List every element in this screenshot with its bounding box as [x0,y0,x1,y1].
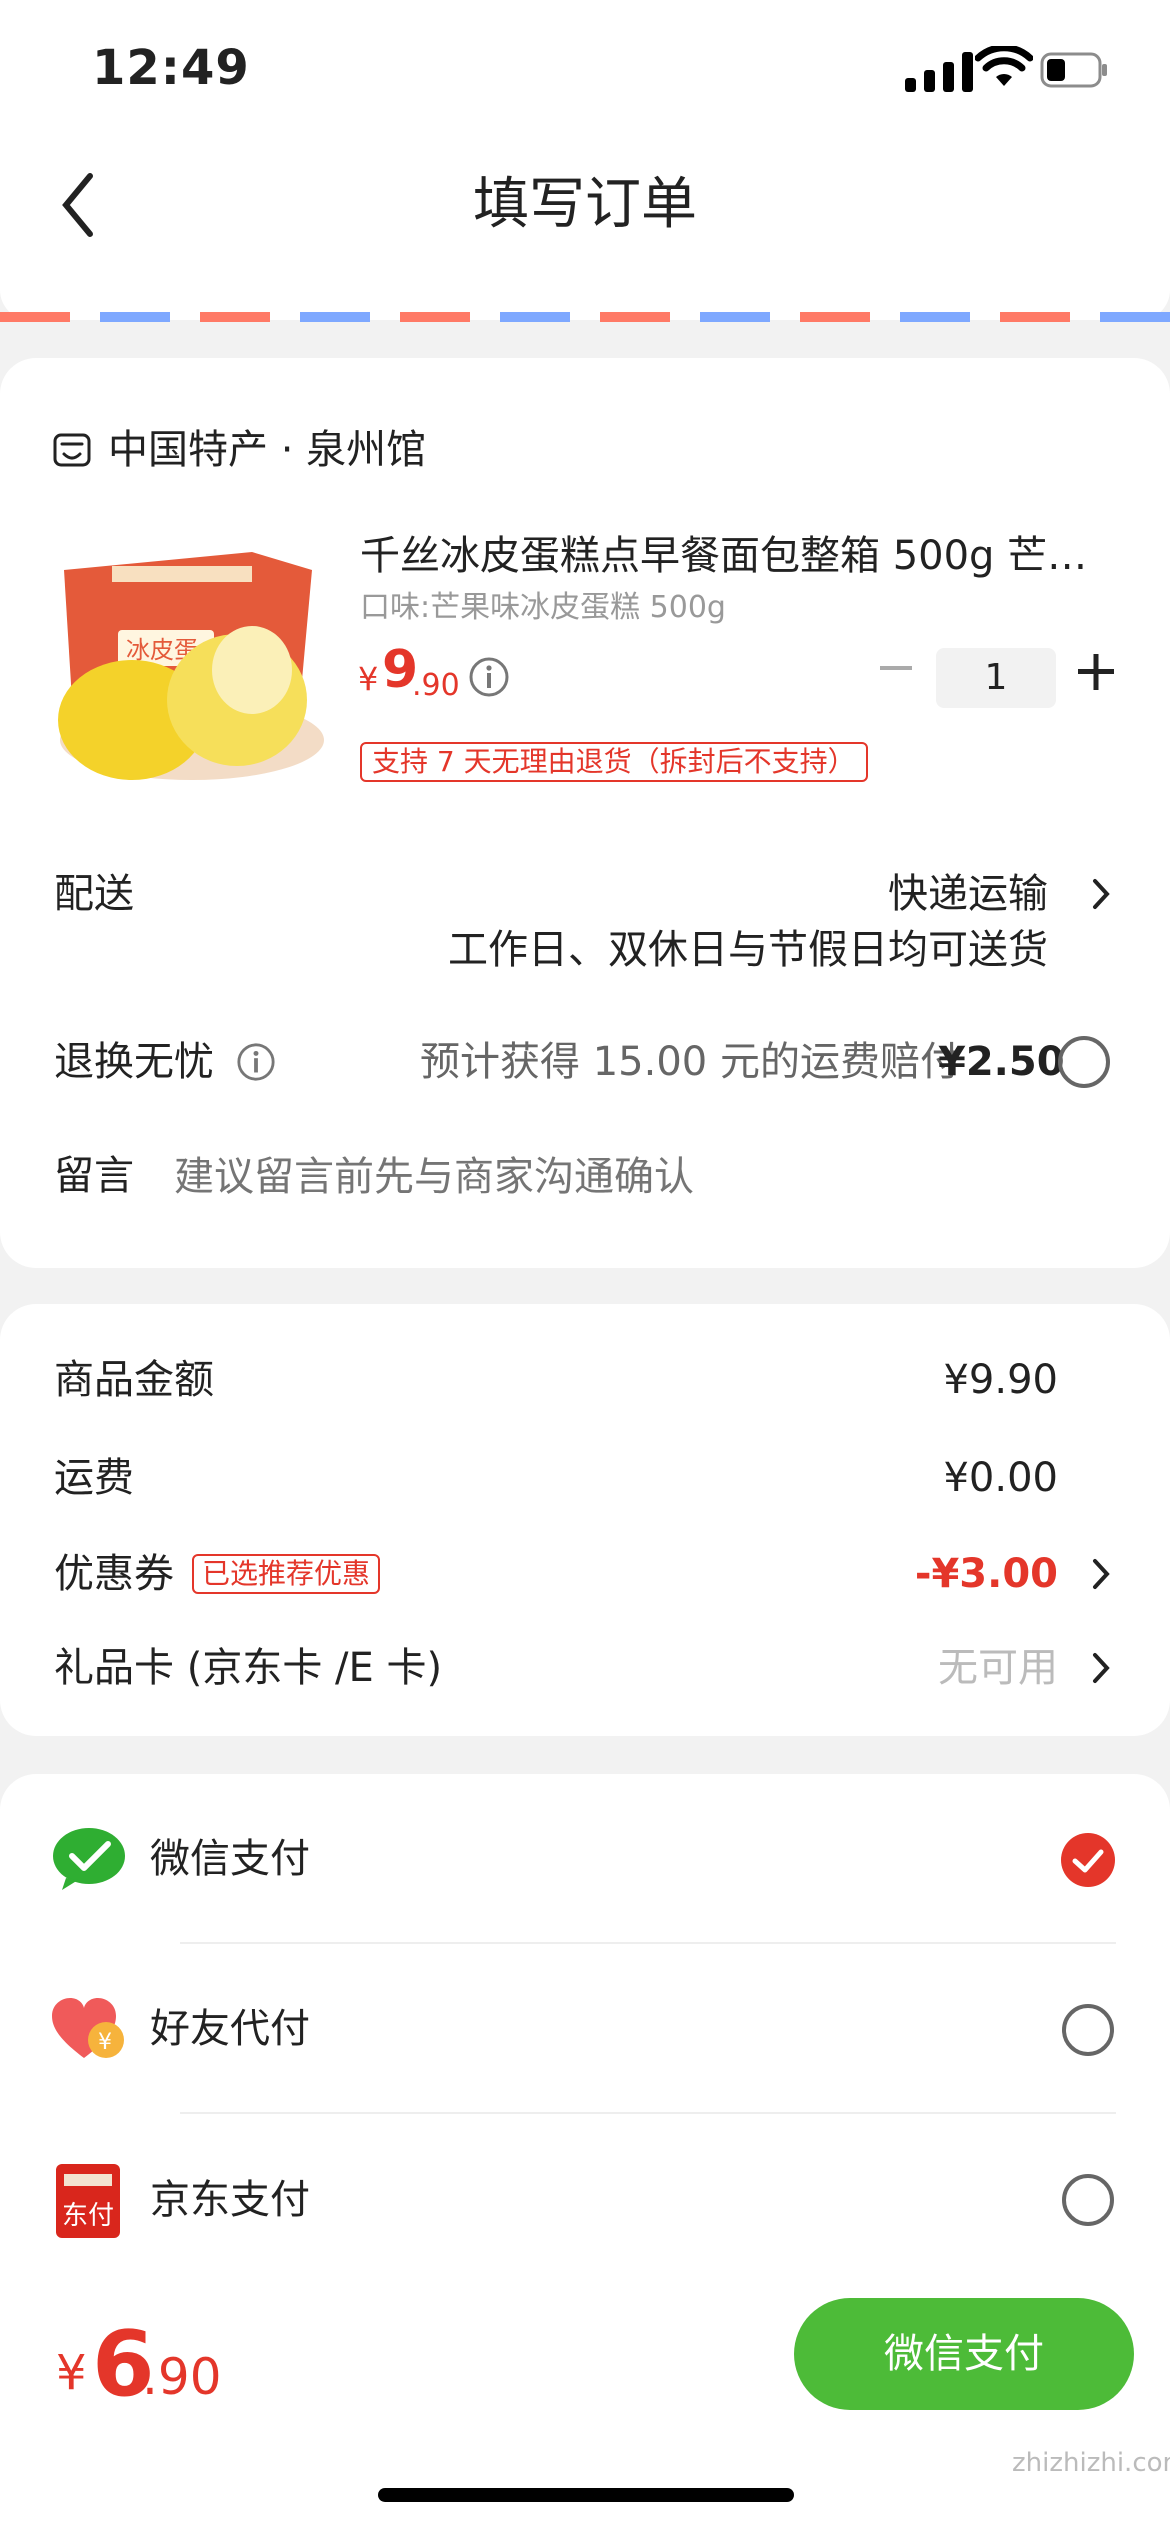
delivery-label: 配送 [54,871,134,917]
friend-pay-heart-icon: ¥ [52,1998,124,2058]
worry-free-info-icon[interactable] [236,1042,276,1082]
payment-name-jd: 京东支付 [150,2177,310,2223]
svg-text:¥: ¥ [98,2030,112,2055]
page-title: 填写订单 [473,172,697,237]
jd-pay-icon: 东付 [56,2164,120,2238]
quantity-decrease-button[interactable] [878,650,914,686]
delivery-note: 工作日、双休日与节假日均可送货 [448,927,1048,973]
product-image[interactable]: 冰皮蛋 [52,530,330,790]
status-time: 12:49 [92,40,250,96]
shipping-fee-label: 运费 [54,1455,134,1501]
cellular-signal-icon [905,48,973,92]
payment-name-friend: 好友代付 [150,2006,310,2052]
gift-card-value[interactable]: 无可用 [938,1640,1058,1696]
shop-icon[interactable] [52,430,92,470]
submit-pay-button[interactable]: 微信支付 [794,2298,1134,2410]
total-symbol: ¥ [56,2345,87,2401]
battery-icon [1040,52,1107,88]
product-title[interactable]: 千丝冰皮蛋糕点早餐面包整箱 500g 芒果… [360,528,1120,584]
worry-free-radio[interactable] [1058,1036,1110,1088]
wechat-pay-icon [53,1828,125,1890]
goods-amount-value: ¥9.90 [943,1357,1058,1403]
delivery-chevron-right-icon[interactable] [1090,876,1112,912]
quantity-field[interactable]: 1 [936,648,1056,708]
shipping-fee-value: ¥0.00 [943,1455,1058,1501]
selected-check-icon[interactable] [1060,1832,1116,1888]
payment-name-wechat: 微信支付 [150,1836,310,1882]
coupon-badge: 已选推荐优惠 [192,1554,381,1594]
goods-amount-label: 商品金额 [54,1357,214,1403]
worry-free-description: 预计获得 15.00 元的运费赔付 [420,1039,960,1085]
home-indicator[interactable] [378,2488,794,2502]
total-decimal: .90 [142,2348,222,2406]
order-item-card [0,358,1170,1268]
worry-free-label: 退换无忧 [54,1039,214,1085]
friend-pay-radio[interactable] [1062,2004,1114,2056]
wifi-icon [975,46,1033,86]
airmail-border [0,312,1170,322]
message-input[interactable] [172,1146,1096,1208]
gift-card-chevron-right-icon[interactable] [1090,1650,1112,1686]
product-spec[interactable]: 口味:芒果味冰皮蛋糕 500g [360,586,726,630]
coupon-chevron-right-icon[interactable] [1090,1556,1112,1592]
coupon-value[interactable]: -¥3.00 [915,1546,1058,1602]
price-symbol: ¥ [358,660,379,698]
return-policy-badge: 支持 7 天无理由退货（拆封后不支持） [360,742,868,782]
worry-free-price: ¥2.50 [938,1039,1065,1085]
price-decimal: .90 [412,668,460,703]
coupon-label: 优惠券 [54,1551,174,1597]
gift-card-label: 礼品卡 (京东卡 /E 卡) [54,1645,443,1691]
shop-name[interactable]: 中国特产 · 泉州馆 [108,422,426,478]
quantity-increase-button[interactable] [1076,652,1116,692]
jd-pay-radio[interactable] [1062,2174,1114,2226]
jd-pay-icon-text: 东付 [62,2201,114,2231]
message-label: 留言 [54,1153,134,1199]
price-info-icon[interactable] [468,656,510,698]
watermark: zhizhizhi.com [1012,2448,1170,2478]
delivery-method[interactable]: 快递运输 [888,866,1048,922]
